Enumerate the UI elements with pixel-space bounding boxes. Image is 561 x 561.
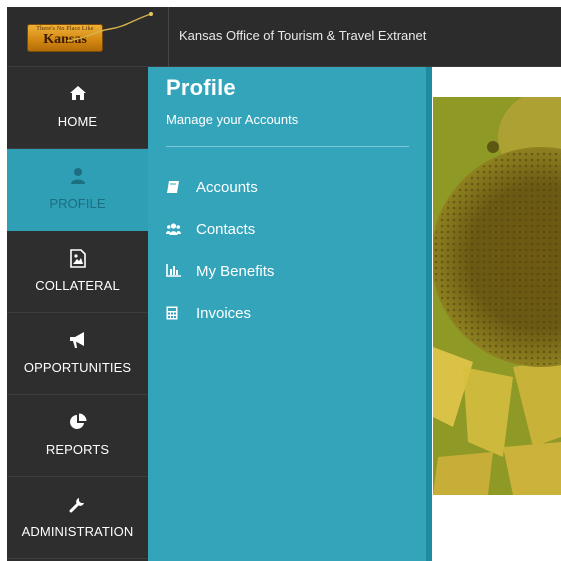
panel-subtitle: Manage your Accounts [166,112,299,127]
panel-title: Profile [166,75,236,100]
wrench-icon [7,495,148,513]
sidebar-item-opportunities[interactable]: OPPORTUNITIES [7,313,148,395]
pie-chart-icon [7,413,148,431]
megaphone-icon [7,331,148,349]
home-icon [7,85,148,103]
header-divider [168,7,169,67]
sunflower-image [433,97,561,495]
sidebar-item-home[interactable]: HOME [7,67,148,149]
sidebar-item-label: HOME [57,114,98,129]
sidebar-item-administration[interactable]: ADMINISTRATION [7,477,148,559]
bar-chart-icon [166,264,181,278]
group-icon [166,222,181,236]
sidebar-item-collateral[interactable]: COLLATERAL [7,231,148,313]
app-title: Kansas Office of Tourism & Travel Extran… [179,28,427,43]
app-frame: There's No Place Like Kansas Kansas Offi… [7,7,561,561]
sidebar-nav: HOME PROFILE COLLATERAL OPPORTUNITIES RE… [7,67,148,561]
submenu-label: Contacts [196,221,256,238]
sidebar-item-profile[interactable]: PROFILE [7,149,148,231]
submenu-label: My Benefits [196,263,275,280]
submenu-item-contacts[interactable]: Contacts [166,219,406,241]
sidebar-item-label: COLLATERAL [35,278,120,293]
calculator-icon [166,306,180,320]
book-icon [166,180,180,194]
user-icon [7,167,148,185]
logo-vine-icon [66,12,153,42]
image-file-icon [7,249,148,268]
sidebar-item-label: OPPORTUNITIES [23,360,132,375]
submenu-item-my-benefits[interactable]: My Benefits [166,261,406,283]
submenu-item-invoices[interactable]: Invoices [166,303,406,325]
sidebar-item-label: PROFILE [49,196,106,211]
submenu-label: Accounts [196,179,258,196]
submenu-item-accounts[interactable]: Accounts [166,177,406,199]
sidebar-item-label: REPORTS [45,442,110,457]
sidebar-item-reports[interactable]: REPORTS [7,395,148,477]
sunflower-illustration [433,97,561,495]
submenu-label: Invoices [196,305,252,322]
sidebar-item-label: ADMINISTRATION [21,524,134,539]
top-header: There's No Place Like Kansas Kansas Offi… [7,7,561,67]
panel-divider [166,146,409,147]
profile-submenu-panel: Profile Manage your Accounts Accounts Co… [148,67,432,561]
